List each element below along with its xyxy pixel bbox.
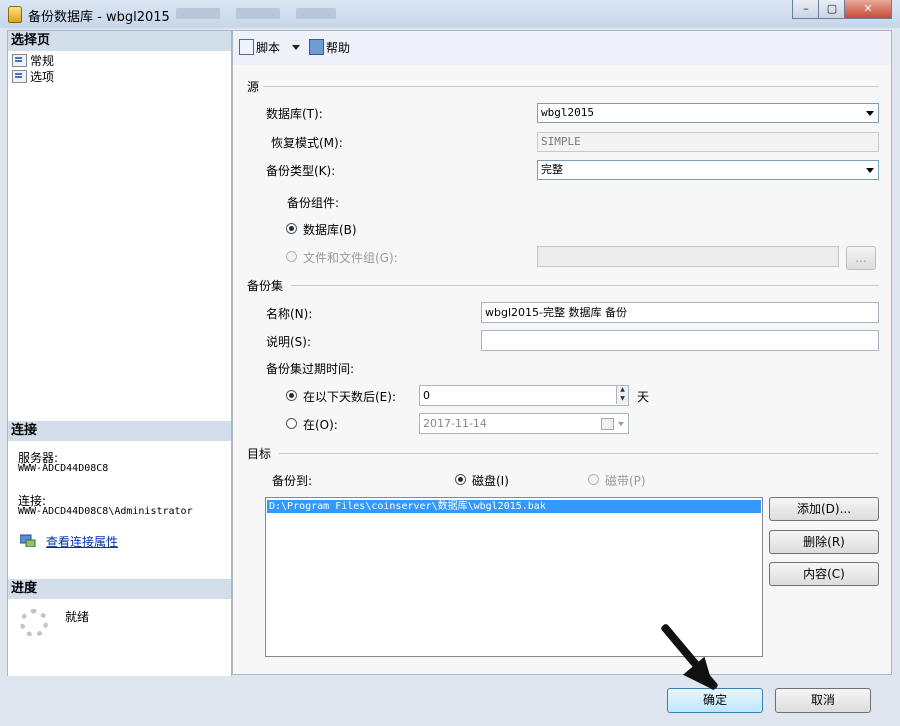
backup-component-label: 备份组件: (287, 196, 340, 210)
progress-header: 进度 (8, 579, 231, 599)
backupset-desc-label: 说明(S): (266, 335, 312, 349)
add-destination-button[interactable]: 添加(D)... (769, 497, 879, 521)
maximize-button[interactable]: ▢ (818, 0, 846, 19)
chevron-down-icon[interactable] (291, 45, 300, 50)
window-title: 备份数据库 - wbgl2015 (28, 10, 170, 25)
help-icon (309, 39, 324, 55)
script-button[interactable]: 脚本 (239, 39, 300, 56)
divider (279, 453, 879, 454)
minimize-button[interactable]: – (792, 0, 820, 19)
close-button[interactable]: ✕ (844, 0, 892, 19)
component-files-label: 文件和文件组(G): (303, 251, 398, 265)
backup-to-label: 备份到: (272, 474, 313, 488)
expire-date-value: 2017-11-14 (423, 417, 487, 430)
tape-radio[interactable] (588, 474, 599, 485)
backup-type-value: 完整 (541, 163, 563, 176)
select-page-header: 选择页 (8, 31, 231, 51)
expire-on-label: 在(O): (303, 418, 338, 432)
destination-group-title: 目标 (247, 447, 272, 461)
blurred-title-region (236, 8, 280, 19)
form-content: 源 数据库(T): wbgl2015 恢复模式(M): SIMPLE 备份类型(… (233, 65, 891, 674)
divider (291, 285, 879, 286)
backup-type-select[interactable]: 完整 (537, 160, 879, 180)
toolbar: 脚本 帮助 (233, 31, 891, 66)
progress-status: 就绪 (65, 610, 90, 624)
backupset-desc-input[interactable] (481, 330, 879, 351)
expire-after-label: 在以下天数后(E): (303, 390, 396, 404)
backupset-name-input[interactable]: wbgl2015-完整 数据库 备份 (481, 302, 879, 323)
expiration-label: 备份集过期时间: (266, 362, 355, 376)
chevron-down-icon (866, 168, 874, 173)
progress-spinner-icon (20, 609, 48, 637)
backupset-name-label: 名称(N): (266, 307, 313, 321)
chevron-down-icon (618, 422, 624, 426)
blurred-title-region (296, 8, 336, 19)
help-label: 帮助 (326, 41, 351, 55)
expire-after-radio[interactable] (286, 390, 297, 401)
days-unit: 天 (637, 390, 650, 404)
backupset-group-title: 备份集 (247, 279, 284, 293)
expire-date-picker[interactable]: 2017-11-14 (419, 413, 629, 434)
nav-item-general[interactable]: 常规 (12, 52, 54, 69)
recovery-model-field: SIMPLE (537, 132, 879, 152)
nav-item-label: 常规 (30, 54, 55, 68)
cancel-button[interactable]: 取消 (775, 688, 871, 713)
script-icon (239, 39, 254, 55)
source-group-title: 源 (247, 80, 260, 94)
page-icon (12, 70, 27, 83)
remove-destination-button[interactable]: 删除(R) (769, 530, 879, 554)
nav-item-options[interactable]: 选项 (12, 68, 54, 85)
disk-label: 磁盘(I) (472, 474, 509, 488)
page-icon (12, 54, 27, 67)
view-connection-properties-link[interactable]: 查看连接属性 (46, 533, 118, 550)
nav-item-label: 选项 (30, 70, 55, 84)
recovery-model-label: 恢复模式(M): (271, 136, 343, 150)
contents-button[interactable]: 内容(C) (769, 562, 879, 586)
component-files-radio[interactable] (286, 251, 297, 262)
component-database-label: 数据库(B) (303, 223, 357, 237)
connection-properties-icon (19, 534, 36, 548)
spin-up-icon[interactable]: ▲ (616, 386, 628, 395)
blurred-title-region (176, 8, 220, 19)
spin-down-icon[interactable]: ▼ (616, 395, 628, 404)
script-label: 脚本 (256, 41, 281, 55)
component-database-radio[interactable] (286, 223, 297, 234)
connection-value: WWW-ADCD44D08C8\Administrator (18, 506, 193, 517)
browse-files-button[interactable]: ... (846, 246, 876, 270)
right-pane: 脚本 帮助 源 数据库(T): wbgl2015 恢复模式(M): SIMPLE… (232, 30, 892, 675)
help-button[interactable]: 帮助 (309, 39, 350, 56)
divider (263, 86, 879, 87)
expire-on-radio[interactable] (286, 418, 297, 429)
destination-list[interactable]: D:\Program Files\coinserver\数据库\wbgl2015… (265, 497, 763, 657)
list-item[interactable]: D:\Program Files\coinserver\数据库\wbgl2015… (267, 500, 761, 513)
files-field (537, 246, 839, 267)
ok-button[interactable]: 确定 (667, 688, 763, 713)
tape-label: 磁带(P) (605, 474, 646, 488)
expire-days-value: 0 (423, 389, 430, 402)
left-pane: 选择页 常规 选项 连接 服务器: WWW-ADCD44D08C8 连接: WW… (7, 30, 232, 677)
database-select[interactable]: wbgl2015 (537, 103, 879, 123)
disk-radio[interactable] (455, 474, 466, 485)
server-value: WWW-ADCD44D08C8 (18, 463, 109, 474)
title-bar: 备份数据库 - wbgl2015 – ▢ ✕ (0, 0, 900, 29)
chevron-down-icon (866, 111, 874, 116)
expire-days-input[interactable]: 0 ▲ ▼ (419, 385, 629, 406)
calendar-icon (601, 418, 614, 430)
connection-header: 连接 (8, 421, 231, 441)
database-label: 数据库(T): (266, 107, 323, 121)
database-value: wbgl2015 (541, 106, 594, 119)
database-icon (8, 6, 22, 23)
backup-type-label: 备份类型(K): (266, 164, 336, 178)
